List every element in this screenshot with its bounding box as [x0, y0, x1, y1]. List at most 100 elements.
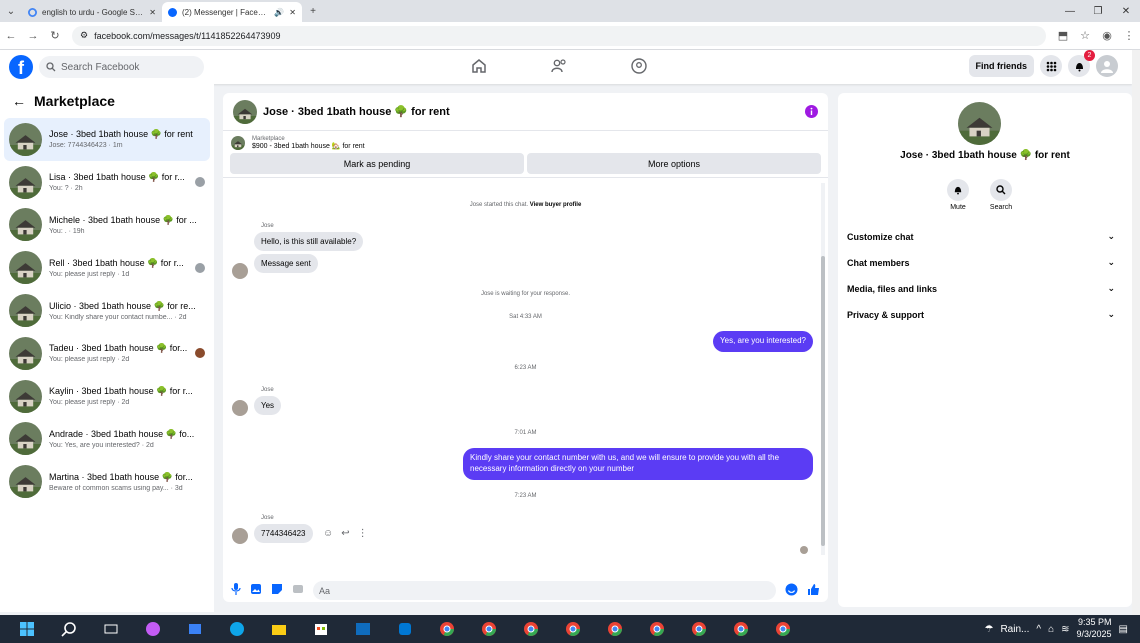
- widget-app-icon[interactable]: [180, 615, 210, 643]
- microsoft-store-icon[interactable]: [306, 615, 336, 643]
- search-input[interactable]: [61, 61, 191, 73]
- chrome-icon[interactable]: [642, 615, 672, 643]
- wifi-icon[interactable]: ≋: [1061, 624, 1069, 635]
- conversation-item[interactable]: Tadeu · 3bed 1bath house 🌳 for... You: pl…: [4, 332, 210, 375]
- chrome-icon[interactable]: [768, 615, 798, 643]
- file-explorer-icon[interactable]: [264, 615, 294, 643]
- chrome-icon[interactable]: [558, 615, 588, 643]
- privacy-support-row[interactable]: Privacy & support ⌄: [847, 309, 1115, 320]
- scrollbar-thumb[interactable]: [821, 256, 825, 546]
- chat-title[interactable]: Jose · 3bed 1bath house 🌳 for rent: [263, 105, 450, 118]
- mark-as-pending-button[interactable]: Mark as pending: [230, 153, 524, 174]
- browser-tab-google[interactable]: english to urdu - Google Search ✕: [22, 2, 162, 22]
- forward-icon[interactable]: →: [22, 25, 44, 47]
- account-avatar[interactable]: [1096, 55, 1118, 77]
- new-tab-button[interactable]: +: [302, 0, 324, 22]
- conversation-item[interactable]: Lisa · 3bed 1bath house 🌳 for r... You: ?…: [4, 161, 210, 204]
- sticker-icon[interactable]: [271, 583, 283, 598]
- weather-text[interactable]: Rain...: [1000, 624, 1029, 635]
- back-arrow-icon[interactable]: ←: [12, 93, 26, 109]
- bookmark-star-icon[interactable]: ☆: [1074, 25, 1096, 47]
- media-files-links-row[interactable]: Media, files and links ⌄: [847, 283, 1115, 294]
- more-options-button[interactable]: More options: [527, 153, 821, 174]
- chevron-up-icon[interactable]: ^: [1036, 624, 1041, 635]
- friends-icon[interactable]: [550, 57, 568, 75]
- incoming-message[interactable]: Yes: [254, 396, 282, 415]
- chat-listing-thumbnail[interactable]: [233, 99, 257, 124]
- gif-icon[interactable]: [292, 583, 304, 598]
- message-input[interactable]: [313, 581, 776, 600]
- home-icon[interactable]: [470, 57, 488, 75]
- incoming-message[interactable]: Message sent: [254, 254, 318, 273]
- conversation-item[interactable]: Jose · 3bed 1bath house 🌳 for rent Jose: …: [4, 118, 210, 161]
- groups-icon[interactable]: [630, 57, 648, 75]
- outgoing-message[interactable]: Yes, are you interested?: [713, 331, 813, 352]
- chrome-icon[interactable]: [516, 615, 546, 643]
- conversation-item[interactable]: Rell · 3bed 1bath house 🌳 for r... You: p…: [4, 246, 210, 289]
- tab-search-chevron-icon[interactable]: ⌄: [0, 0, 22, 22]
- mute-action[interactable]: Mute: [943, 179, 973, 211]
- search-action[interactable]: Search: [986, 179, 1016, 211]
- weather-icon[interactable]: ☂: [984, 624, 993, 635]
- chrome-icon[interactable]: [600, 615, 630, 643]
- thread-scrollbar[interactable]: [821, 183, 825, 555]
- browser-tab-messenger[interactable]: (2) Messenger | Facebook 🔊 ✕: [162, 2, 302, 22]
- close-tab-icon[interactable]: ✕: [149, 8, 156, 17]
- app-icon[interactable]: [390, 615, 420, 643]
- photo-icon[interactable]: [250, 583, 262, 598]
- site-settings-icon[interactable]: ⚙: [80, 30, 88, 41]
- reload-icon[interactable]: ↻: [44, 25, 66, 47]
- message-thread[interactable]: Jose started this chat. View buyer profi…: [223, 177, 828, 559]
- clock[interactable]: 9:35 PM 9/3/2025: [1077, 617, 1112, 640]
- browser-menu-icon[interactable]: ⋮: [1118, 25, 1140, 47]
- maximize-icon[interactable]: ❐: [1084, 6, 1112, 17]
- sender-avatar[interactable]: [232, 528, 248, 544]
- minimize-icon[interactable]: —: [1056, 6, 1084, 17]
- conversation-item[interactable]: Michele · 3bed 1bath house 🌳 for ... You:…: [4, 204, 210, 247]
- notifications-bell-icon[interactable]: 2: [1068, 50, 1095, 77]
- view-buyer-profile-link[interactable]: View buyer profile: [530, 202, 582, 208]
- menu-grid-icon[interactable]: [1040, 55, 1062, 77]
- speaker-icon[interactable]: 🔊: [274, 8, 284, 17]
- edge-icon[interactable]: [222, 615, 252, 643]
- emoji-icon[interactable]: [785, 583, 798, 599]
- conversation-item[interactable]: Andrade · 3bed 1bath house 🌳 fo... You: Y…: [4, 418, 210, 461]
- facebook-search[interactable]: [39, 56, 204, 78]
- sender-avatar[interactable]: [232, 400, 248, 416]
- incoming-message[interactable]: Hello, is this still available?: [254, 232, 364, 251]
- like-thumb-icon[interactable]: [807, 583, 820, 599]
- chrome-icon[interactable]: [684, 615, 714, 643]
- microphone-icon[interactable]: [231, 583, 241, 598]
- notification-center-icon[interactable]: ▤: [1119, 624, 1128, 635]
- chrome-icon[interactable]: [432, 615, 462, 643]
- conversation-item[interactable]: Martina · 3bed 1bath house 🌳 for... Bewar…: [4, 460, 210, 503]
- reply-icon[interactable]: ↩: [341, 528, 349, 539]
- outgoing-message[interactable]: Kindly share your contact number with us…: [463, 448, 813, 480]
- info-icon[interactable]: [805, 105, 818, 118]
- find-friends-button[interactable]: Find friends: [968, 55, 1034, 77]
- url-field[interactable]: ⚙ facebook.com/messages/t/11418522644739…: [72, 25, 1046, 46]
- profile-icon[interactable]: ◉: [1096, 25, 1118, 47]
- listing-photo[interactable]: [958, 102, 1001, 145]
- conversation-item[interactable]: Kaylin · 3bed 1bath house 🌳 for r... You:…: [4, 375, 210, 418]
- customize-chat-row[interactable]: Customize chat ⌄: [847, 231, 1115, 242]
- close-tab-icon[interactable]: ✕: [289, 8, 296, 17]
- copilot-icon[interactable]: [138, 615, 168, 643]
- more-icon[interactable]: ⋮: [358, 528, 368, 539]
- incoming-message[interactable]: 7744346423: [254, 524, 313, 543]
- chat-members-row[interactable]: Chat members ⌄: [847, 257, 1115, 268]
- conversation-item[interactable]: Ulicio · 3bed 1bath house 🌳 for re... You…: [4, 289, 210, 332]
- chrome-icon[interactable]: [474, 615, 504, 643]
- listing-title[interactable]: $900 - 3bed 1bath house 🏡 for rent: [252, 142, 365, 150]
- page-scrollbar[interactable]: [1132, 50, 1140, 615]
- task-view-icon[interactable]: [96, 615, 126, 643]
- network-icon[interactable]: ⌂: [1048, 624, 1054, 635]
- sender-avatar[interactable]: [232, 263, 248, 279]
- facebook-logo[interactable]: f: [9, 55, 33, 79]
- windows-start-icon[interactable]: [12, 615, 42, 643]
- search-icon[interactable]: [54, 615, 84, 643]
- back-icon[interactable]: ←: [0, 25, 22, 47]
- chrome-icon[interactable]: [726, 615, 756, 643]
- react-emoji-icon[interactable]: ☺: [323, 528, 333, 539]
- install-app-icon[interactable]: ⬒: [1052, 25, 1074, 47]
